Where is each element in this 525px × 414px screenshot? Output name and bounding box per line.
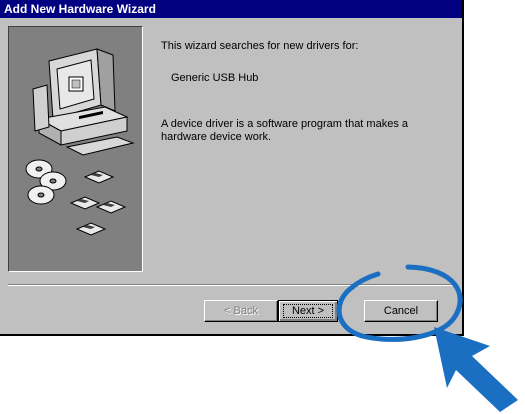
back-button[interactable]: < Back — [204, 300, 278, 322]
computer-with-discs-icon — [25, 48, 135, 236]
next-button[interactable]: Next > — [278, 300, 338, 322]
device-name: Generic USB Hub — [171, 72, 259, 84]
intro-text: This wizard searches for new drivers for… — [161, 40, 359, 52]
description-line-2: hardware device work. — [161, 131, 272, 143]
window-title: Add New Hardware Wizard — [0, 0, 462, 18]
wizard-illustration — [8, 26, 143, 272]
next-button-label: Next > — [291, 305, 325, 317]
wizard-dialog: Add New Hardware Wizard This wizard sear… — [0, 0, 464, 336]
description-line-1: A device driver is a software program th… — [161, 118, 408, 130]
arrow-pointer-icon — [434, 327, 518, 412]
cancel-button[interactable]: Cancel — [364, 300, 438, 322]
button-separator — [8, 284, 456, 286]
